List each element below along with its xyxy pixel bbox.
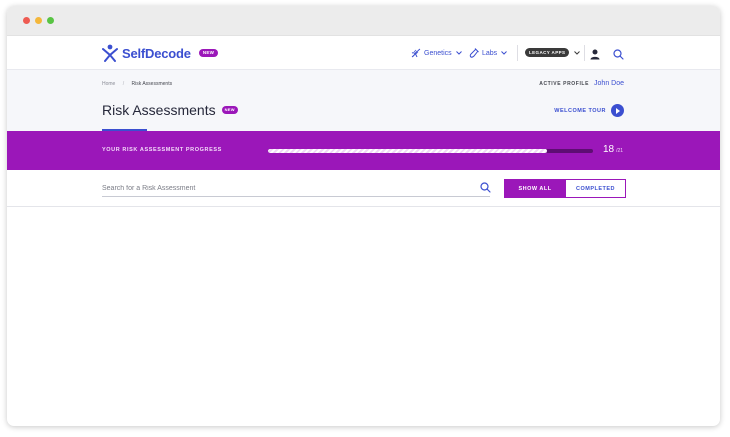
page-header: Home / Risk Assessments ACTIVE PROFILE J… xyxy=(7,70,720,131)
play-icon xyxy=(611,104,624,117)
nav-item-label: Labs xyxy=(482,49,498,57)
selfdecode-logo-icon xyxy=(102,44,118,62)
nav-divider xyxy=(517,45,518,61)
assessment-search-button[interactable] xyxy=(480,180,491,198)
nav-item-labs[interactable]: Labs xyxy=(469,48,508,58)
assessment-search-bar: SHOW ALL COMPLETED xyxy=(7,170,720,207)
brand-logo[interactable]: SelfDecode NEW xyxy=(102,44,219,62)
minimize-window-button[interactable] xyxy=(35,17,42,24)
show-all-button[interactable]: SHOW ALL xyxy=(505,180,565,197)
breadcrumb: Home / Risk Assessments xyxy=(102,81,172,87)
chevron-down-icon xyxy=(501,51,508,55)
page-title: Risk Assessments NEW xyxy=(102,102,238,118)
progress-bar-fill xyxy=(268,149,547,153)
welcome-tour-button[interactable]: WELCOME TOUR xyxy=(554,104,624,117)
progress-count: 18 / 21 xyxy=(603,144,623,155)
top-navigation: SelfDecode NEW Genetics Labs LEGACY APPS xyxy=(7,36,720,70)
maximize-window-button[interactable] xyxy=(47,17,54,24)
brand-new-badge: NEW xyxy=(198,49,219,57)
search-icon xyxy=(480,182,491,193)
active-profile: ACTIVE PROFILE John Doe xyxy=(539,80,624,87)
legacy-apps-menu[interactable]: LEGACY APPS xyxy=(525,48,581,57)
browser-window: SelfDecode NEW Genetics Labs LEGACY APPS… xyxy=(7,6,720,426)
dna-icon xyxy=(411,48,421,58)
progress-label: YOUR RISK ASSESSMENT PROGRESS xyxy=(102,147,222,153)
chevron-down-icon xyxy=(455,51,462,55)
legacy-apps-badge: LEGACY APPS xyxy=(525,48,570,57)
risk-assessment-progress: YOUR RISK ASSESSMENT PROGRESS 18 / 21 xyxy=(7,131,720,170)
page-title-new-badge: NEW xyxy=(221,106,238,114)
nav-divider xyxy=(584,45,585,61)
breadcrumb-separator: / xyxy=(122,81,125,87)
user-icon xyxy=(590,49,600,60)
page-title-text: Risk Assessments xyxy=(102,102,216,118)
active-profile-label: ACTIVE PROFILE xyxy=(539,81,590,87)
progress-bar-track xyxy=(268,149,593,153)
user-menu-button[interactable] xyxy=(590,47,600,65)
filter-toggle-group: SHOW ALL COMPLETED xyxy=(504,179,626,198)
nav-item-genetics[interactable]: Genetics xyxy=(411,48,462,58)
progress-total: 21 xyxy=(617,148,624,154)
chevron-down-icon xyxy=(574,50,581,55)
window-titlebar xyxy=(7,6,720,36)
nav-item-label: Genetics xyxy=(424,49,452,57)
completed-button[interactable]: COMPLETED xyxy=(565,180,625,197)
close-window-button[interactable] xyxy=(23,17,30,24)
assessment-search-input[interactable] xyxy=(102,180,490,197)
breadcrumb-home-link[interactable]: Home xyxy=(102,81,115,87)
search-icon xyxy=(613,49,624,60)
breadcrumb-current: Risk Assessments xyxy=(131,81,173,87)
welcome-tour-label: WELCOME TOUR xyxy=(554,107,606,114)
lab-tube-icon xyxy=(469,48,479,58)
brand-name: SelfDecode xyxy=(122,45,191,61)
global-search-button[interactable] xyxy=(613,47,624,65)
active-profile-name[interactable]: John Doe xyxy=(594,80,624,87)
progress-done: 18 xyxy=(603,144,615,155)
